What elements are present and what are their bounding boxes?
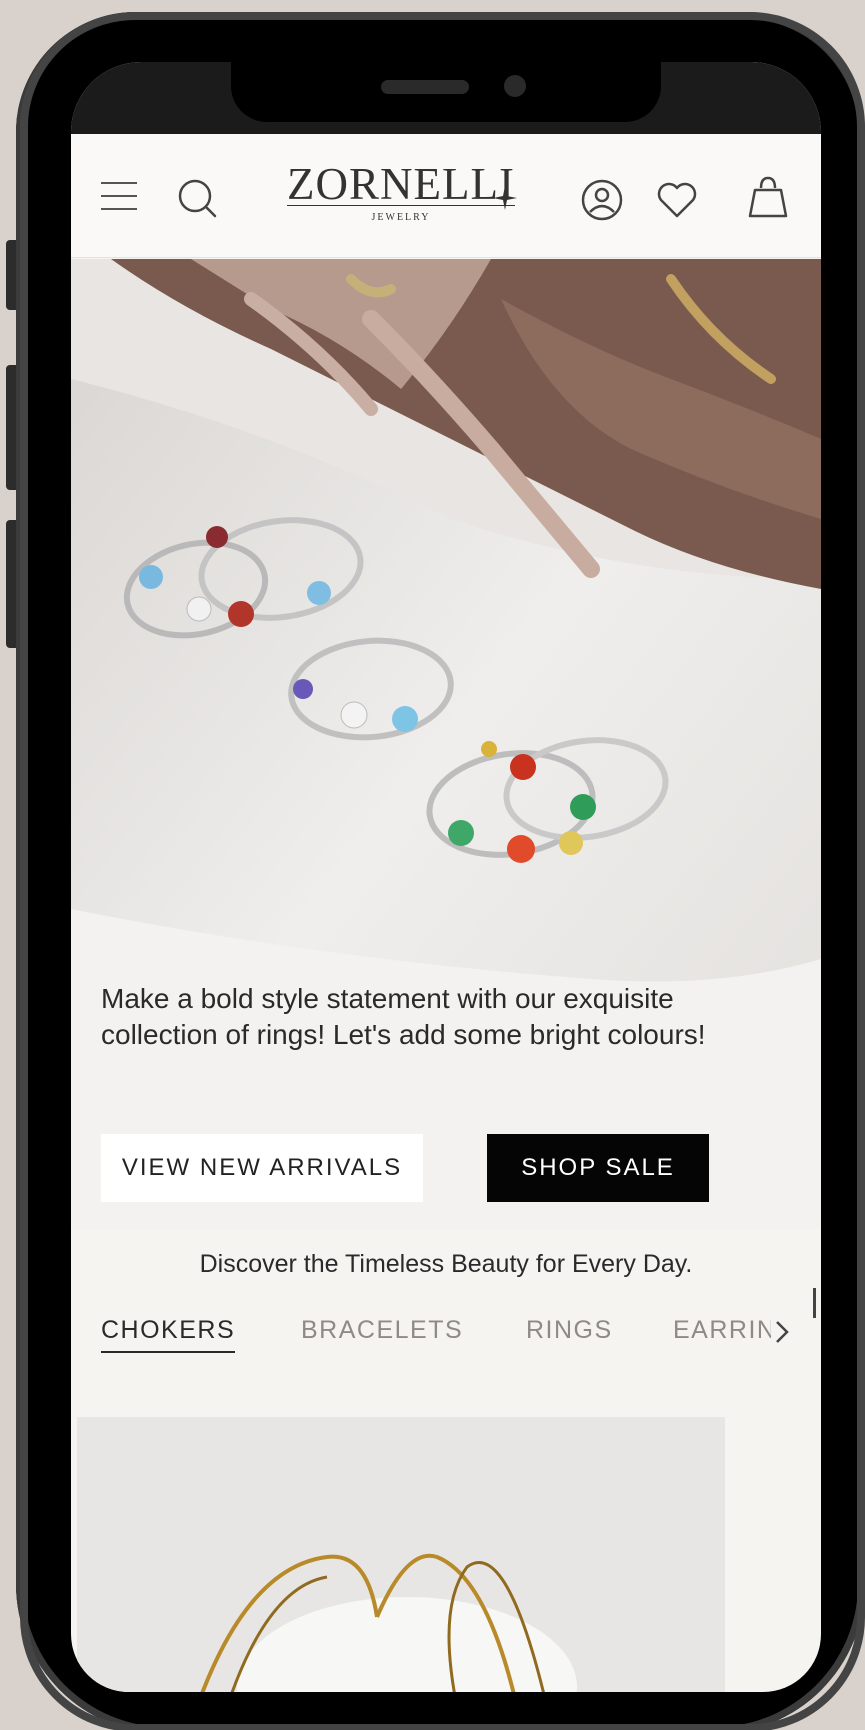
tab-bracelets[interactable]: BRACELETS (301, 1316, 463, 1345)
search-icon[interactable] (175, 176, 219, 220)
product-image (77, 1417, 725, 1692)
hero-image (71, 259, 821, 1229)
phone-notch (231, 62, 661, 122)
scroll-indicator (813, 1288, 816, 1318)
heart-icon[interactable] (655, 180, 699, 220)
bag-icon[interactable] (747, 174, 789, 220)
phone-screen: ZORNELLI JEWELRY Make a bold style state… (71, 62, 821, 1692)
hero-copy: Make a bold style statement with our exq… (101, 983, 706, 1050)
category-tabs: CHOKERS BRACELETS RINGS EARRINGS (71, 1316, 821, 1366)
front-camera (504, 75, 526, 97)
tab-rings[interactable]: RINGS (526, 1316, 613, 1345)
shop-sale-button[interactable]: SHOP SALE (487, 1134, 709, 1202)
view-new-arrivals-button[interactable]: VIEW NEW ARRIVALS (101, 1134, 423, 1202)
tab-earrings[interactable]: EARRINGS (673, 1316, 771, 1345)
sparkle-icon (493, 186, 517, 210)
logo-subtext: JEWELRY (371, 212, 431, 223)
hero-banner[interactable]: Make a bold style statement with our exq… (71, 259, 821, 1229)
account-icon[interactable] (580, 178, 624, 222)
chevron-right-icon[interactable] (771, 1318, 793, 1346)
site-header: ZORNELLI JEWELRY (71, 134, 821, 258)
speaker-grille (381, 80, 469, 94)
tab-chokers[interactable]: CHOKERS (101, 1316, 236, 1353)
discover-heading: Discover the Timeless Beauty for Every D… (199, 1250, 693, 1278)
product-card[interactable] (77, 1417, 725, 1692)
menu-icon[interactable] (101, 182, 137, 210)
